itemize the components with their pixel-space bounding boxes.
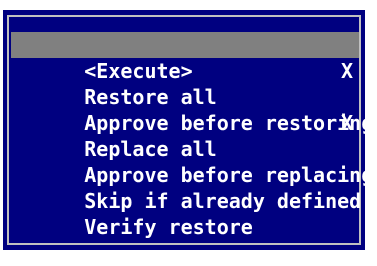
menu-item-verify-restore[interactable]: Verify restore xyxy=(11,188,359,239)
menu-item-approve-before-restoring[interactable]: Approve before restoring xyxy=(11,84,373,135)
checked-mark: X xyxy=(340,59,353,83)
menu-list: <Execute> Restore all X Approve before r… xyxy=(11,32,373,239)
checked-mark: X xyxy=(340,111,353,135)
menu-item-approve-before-replacing[interactable]: Approve before replacing xyxy=(11,136,373,187)
menu-item-skip-if-already-defined[interactable]: Skip if already defined xyxy=(11,162,361,213)
restore-options-menu: <Execute> Restore all X Approve before r… xyxy=(3,10,373,250)
menu-item-replace-all[interactable]: Replace all X xyxy=(11,110,359,161)
menu-item-restore-all[interactable]: Restore all X xyxy=(11,58,359,109)
menu-item-label: Verify restore xyxy=(84,215,253,239)
menu-item-execute[interactable]: <Execute> xyxy=(11,32,359,83)
